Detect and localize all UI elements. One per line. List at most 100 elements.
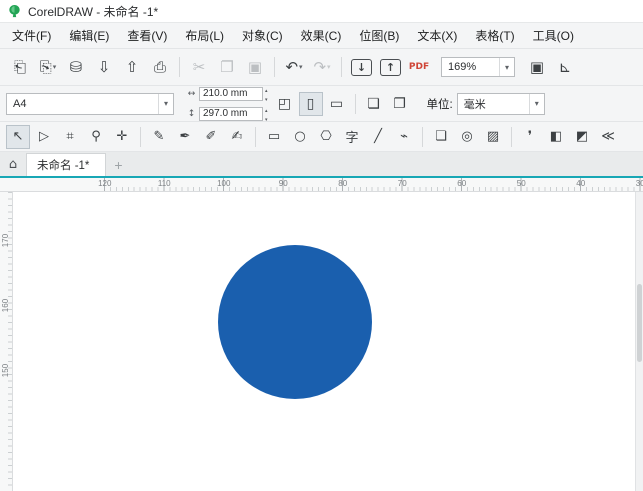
page-size-combobox[interactable]: A4 — [6, 92, 174, 115]
new-tab-button[interactable]: + — [106, 153, 130, 176]
scrollbar-thumb[interactable] — [637, 284, 642, 362]
zoom-tool[interactable]: ⚲ — [84, 125, 108, 149]
zoom-level-value: 169% — [448, 61, 477, 73]
pan-tool[interactable]: ✛ — [110, 125, 134, 149]
page-size-value: A4 — [13, 97, 27, 110]
menu-item[interactable]: 位图(B) — [350, 23, 408, 48]
menu-item[interactable]: 布局(L) — [176, 23, 233, 48]
ruler-label: 70 — [397, 179, 407, 188]
chevron-down-icon[interactable] — [499, 58, 514, 76]
separator — [354, 93, 356, 114]
print-button[interactable]: ⎙ — [148, 55, 172, 79]
pick-tool[interactable]: ↖ — [6, 124, 30, 149]
menu-item[interactable]: 查看(V) — [118, 23, 176, 48]
menu-item[interactable]: 表格(T) — [466, 23, 523, 48]
show-rulers-button[interactable]: ⊾ — [553, 55, 577, 79]
cloud-open-button[interactable]: ⇩ — [92, 55, 116, 79]
undo-button[interactable]: ↶ — [282, 55, 306, 79]
coreldraw-window: CorelDRAW - 未命名 -1* 文件(F) 编辑(E) 查看(V) 布局(L)… — [0, 0, 643, 491]
page-height-spinner[interactable] — [265, 105, 268, 122]
spin-up-icon[interactable] — [265, 86, 268, 94]
vertical-scrollbar[interactable] — [635, 192, 643, 491]
contour-tool[interactable]: ◎ — [455, 125, 479, 149]
vertical-ruler[interactable]: 170 160 150 — [0, 192, 13, 491]
page-dimensions: ↔ 210.0 mm ↕ 297.0 mm — [186, 86, 268, 122]
cloud-save-button[interactable]: ⇧ — [120, 55, 144, 79]
parallel-dimension-tool[interactable]: ╱ — [366, 125, 390, 149]
crop-tool[interactable]: ⌗ — [58, 125, 82, 149]
current-page-button[interactable]: ❐ — [388, 92, 412, 116]
paste-button[interactable]: ▣ — [243, 55, 267, 79]
ruler-label: 30 — [635, 179, 643, 188]
units-value: 毫米 — [463, 98, 486, 111]
pen-tool[interactable]: ✒ — [173, 125, 197, 149]
transparency-tool[interactable]: ▨ — [481, 125, 505, 149]
publish-pdf-button[interactable]: PDF — [407, 55, 431, 79]
separator — [511, 126, 512, 147]
menu-item[interactable]: 对象(C) — [233, 23, 292, 48]
document-tab-active[interactable]: 未命名 -1* — [26, 153, 107, 176]
color-eyedropper-tool[interactable]: ❜ — [518, 125, 542, 149]
page-width-row: ↔ 210.0 mm — [186, 86, 268, 103]
drop-shadow-tool[interactable]: ❏ — [429, 125, 453, 149]
spin-down-icon[interactable] — [265, 94, 268, 103]
title-bar: CorelDRAW - 未命名 -1* — [0, 0, 643, 23]
cut-button[interactable]: ✂ — [187, 55, 211, 79]
welcome-home-button[interactable]: ⌂ — [0, 153, 26, 176]
redo-button[interactable]: ↷ — [310, 55, 334, 79]
page-height-row: ↕ 297.0 mm — [186, 105, 268, 122]
spin-down-icon[interactable] — [265, 114, 268, 122]
menu-item[interactable]: 编辑(E) — [60, 23, 118, 48]
smart-fill-tool[interactable]: ◩ — [570, 125, 594, 149]
page-height-field[interactable]: 297.0 mm — [199, 106, 263, 121]
page-width-icon: ↔ — [187, 88, 196, 99]
menu-item[interactable]: 文本(X) — [408, 23, 466, 48]
copy-button[interactable]: ❐ — [215, 55, 239, 79]
artistic-media-tool[interactable]: ✐ — [199, 125, 223, 149]
ruler-label: 150 — [1, 363, 10, 378]
all-pages-button[interactable]: ❏ — [362, 92, 386, 116]
ruler-label: 160 — [1, 298, 10, 313]
spin-up-icon[interactable] — [265, 105, 268, 114]
chevron-down-icon[interactable] — [528, 93, 544, 114]
zoom-level-combobox[interactable]: 169% — [441, 57, 515, 77]
fullscreen-preview-button[interactable]: ▣ — [525, 55, 549, 79]
separator — [422, 126, 423, 147]
menu-item[interactable]: 文件(F) — [3, 23, 60, 48]
separator — [140, 126, 141, 147]
text-tool[interactable]: 字 — [340, 125, 364, 149]
fit-page-button[interactable]: ◰ — [273, 92, 297, 116]
circle-shape[interactable] — [218, 245, 372, 399]
page-option-buttons: ◰ ▯ ▭ ❏ ❐ — [272, 91, 413, 116]
page-width-spinner[interactable] — [265, 86, 268, 103]
smart-drawing-tool[interactable]: ✍ — [225, 125, 249, 149]
toolbox-overflow-button[interactable]: ≪ — [596, 125, 620, 149]
workspace: 170 160 150 — [0, 192, 643, 491]
save-button[interactable]: ⛁ — [64, 55, 88, 79]
chevron-down-icon — [299, 63, 303, 71]
ellipse-tool[interactable]: ○ — [288, 125, 312, 149]
ruler-label: 170 — [1, 233, 10, 248]
portrait-button[interactable]: ▯ — [298, 91, 323, 116]
ruler-label: 50 — [516, 179, 526, 188]
chevron-down-icon[interactable] — [158, 93, 173, 114]
new-document-button[interactable]: ⎗ — [8, 55, 32, 79]
import-button[interactable]: ↓ — [351, 58, 372, 76]
export-button[interactable]: ↑ — [380, 58, 401, 76]
freehand-tool[interactable]: ✎ — [147, 125, 171, 149]
menu-item[interactable]: 效果(C) — [292, 23, 351, 48]
rectangle-tool[interactable]: ▭ — [262, 125, 286, 149]
units-combobox[interactable]: 毫米 — [456, 92, 545, 115]
horizontal-ruler[interactable]: 120 110 100 90 80 70 60 50 40 30 — [0, 178, 643, 192]
open-button[interactable]: ⎘ — [36, 55, 60, 79]
property-bar: A4 ↔ 210.0 mm ↕ 297.0 mm ◰▯▭ ❏❐ 单位: 毫米 — [0, 86, 643, 122]
polygon-tool[interactable]: ⎔ — [314, 125, 338, 149]
page-width-field[interactable]: 210.0 mm — [199, 86, 263, 101]
shape-tool[interactable]: ▷ — [32, 125, 56, 149]
landscape-button[interactable]: ▭ — [325, 92, 349, 116]
connector-tool[interactable]: ⌁ — [392, 125, 416, 149]
menu-item[interactable]: 工具(O) — [524, 23, 583, 48]
interactive-fill-tool[interactable]: ◧ — [544, 125, 568, 149]
drawing-canvas[interactable] — [13, 192, 635, 491]
toolbar-button-group: ⎗ ⎘ ⛁ ⇩ ⇧ ⎙ ✂ ❐ ▣ ↶ ↷ ↓ ↑ PDF — [6, 55, 433, 79]
